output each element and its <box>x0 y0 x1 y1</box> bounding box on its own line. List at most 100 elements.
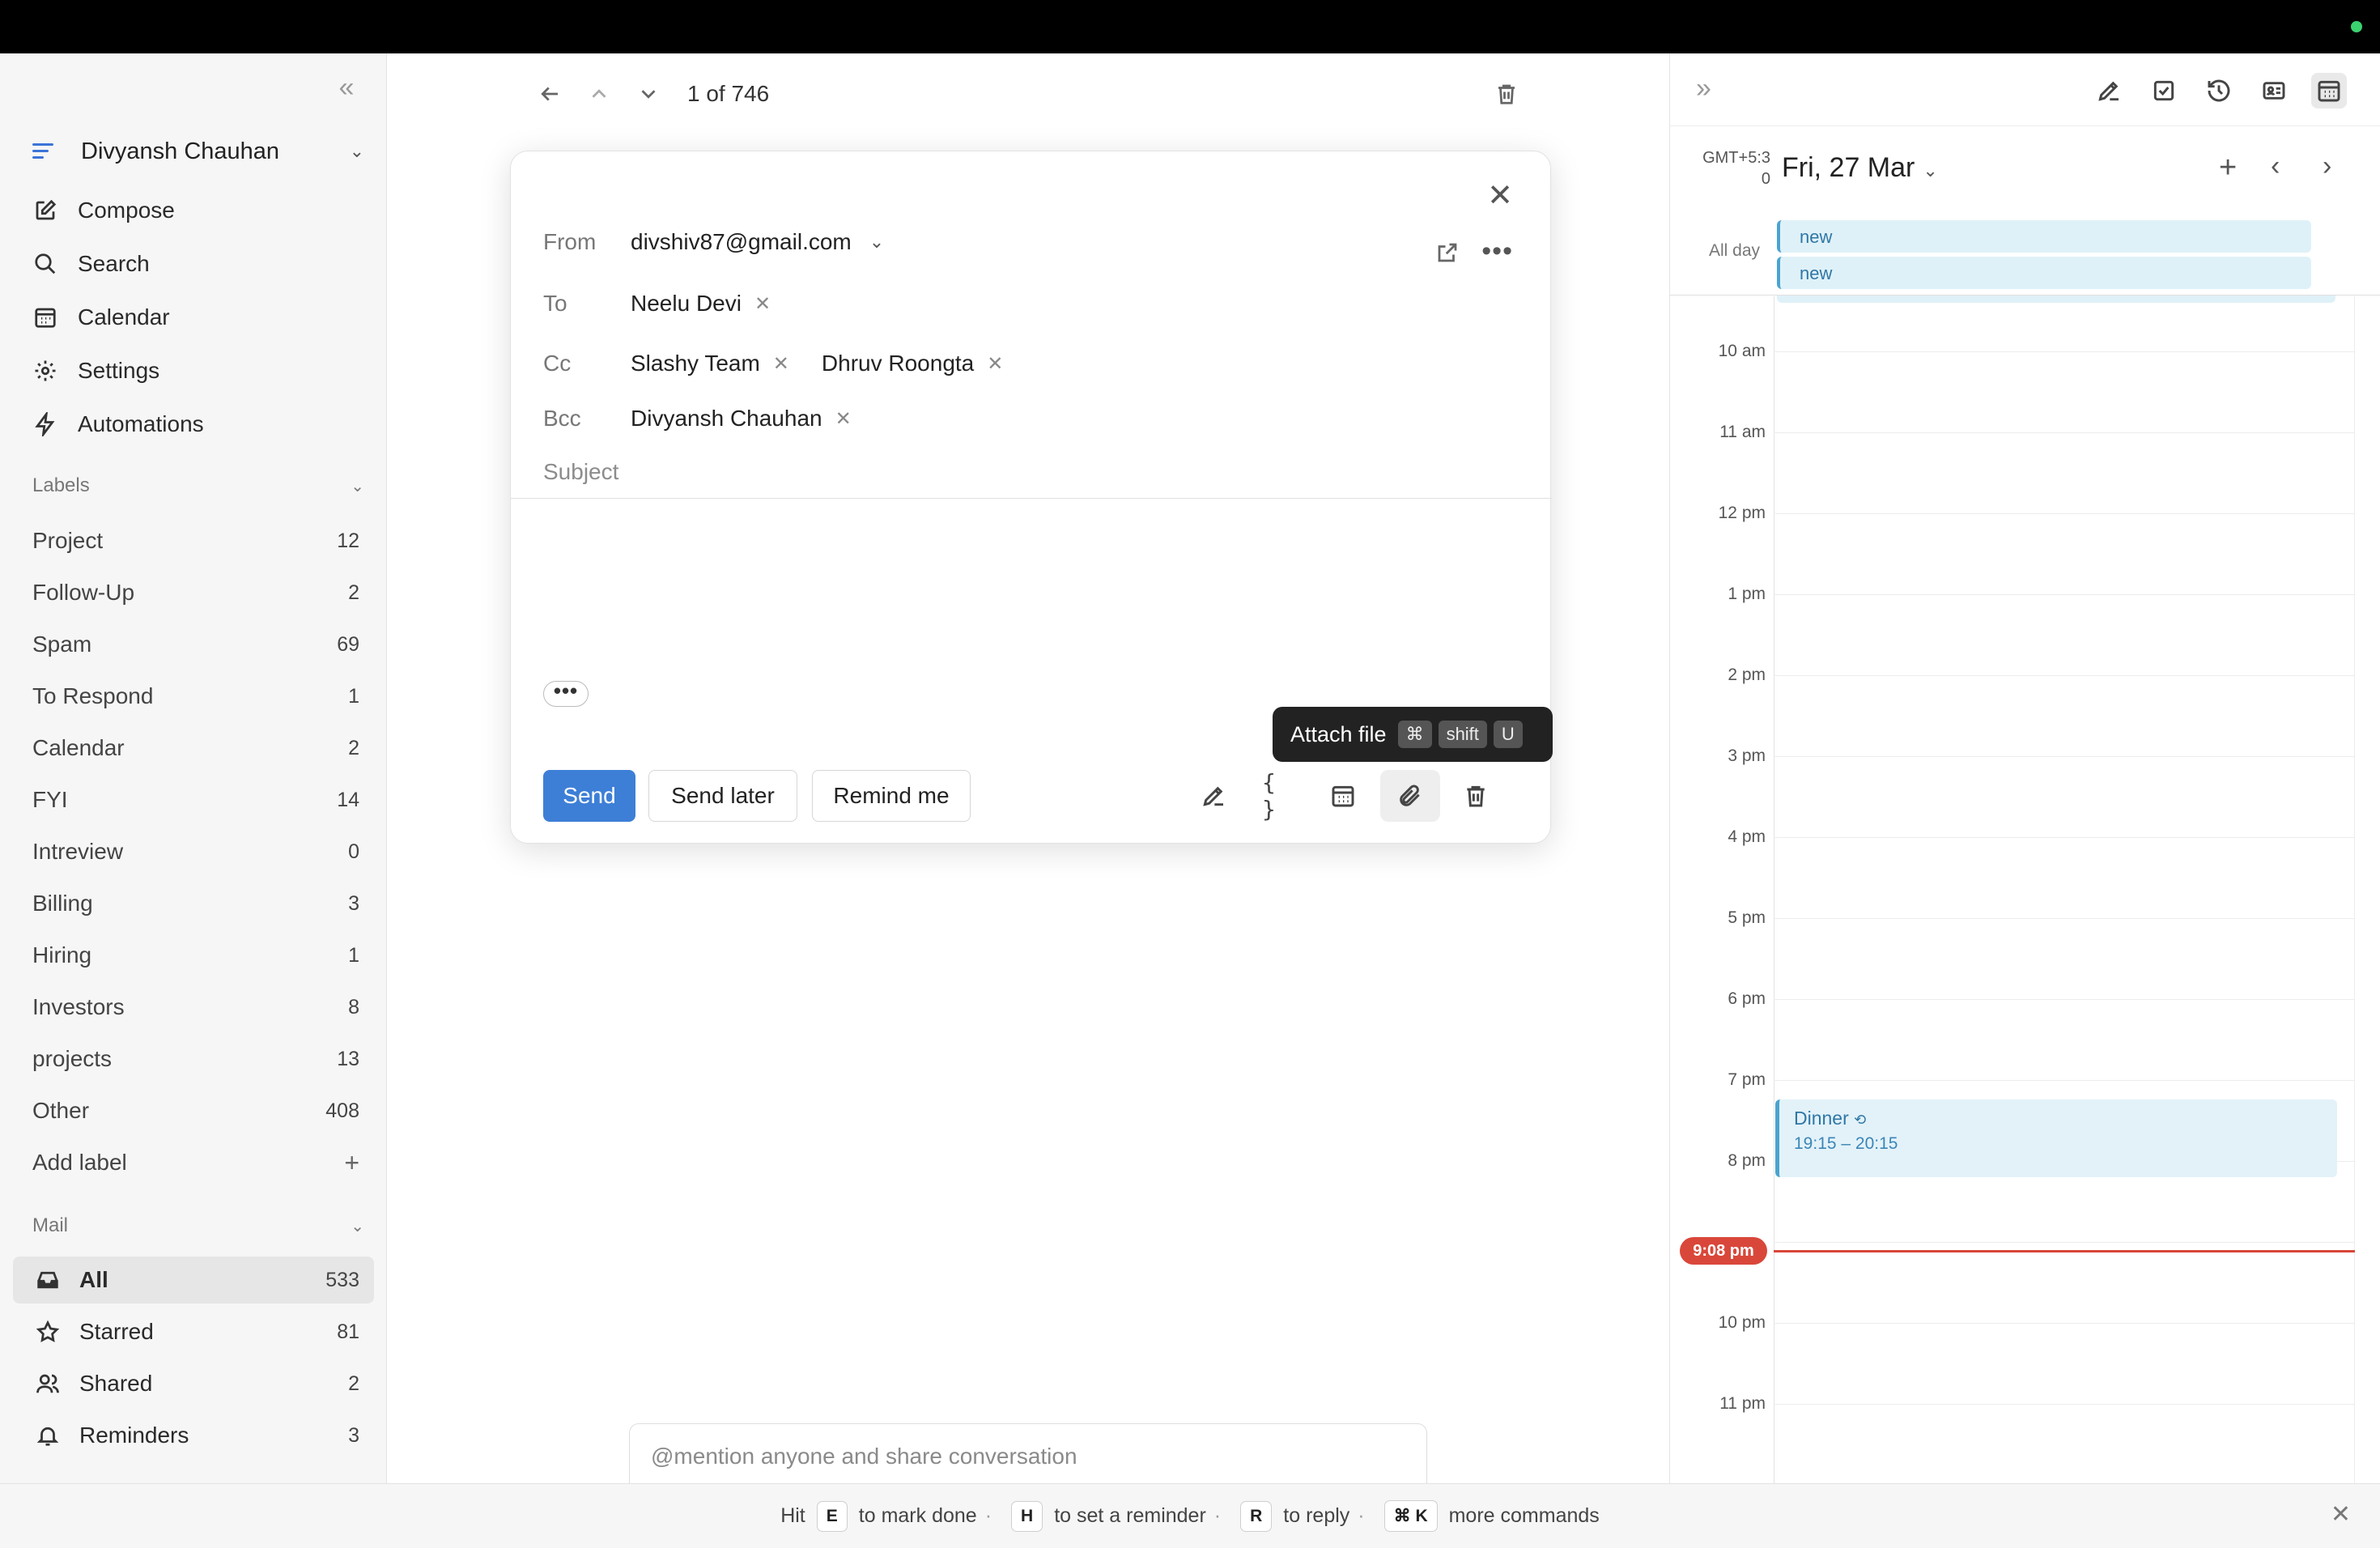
from-label: From <box>543 229 597 254</box>
plus-icon: + <box>344 1147 359 1177</box>
chevron-down-icon[interactable]: ⌄ <box>869 232 884 253</box>
send-button[interactable]: Send <box>543 770 635 822</box>
label-item[interactable]: projects 13 <box>32 1039 359 1079</box>
mail-section-header[interactable]: Mail ⌄ <box>32 1210 364 1242</box>
hour-label: 11 am <box>1719 423 1766 441</box>
compose-icon <box>32 198 58 223</box>
contact-card-icon[interactable] <box>2256 73 2292 108</box>
more-options-icon[interactable]: ••• <box>1481 236 1513 267</box>
paperclip-icon[interactable] <box>1380 770 1440 822</box>
remove-icon[interactable]: ✕ <box>987 352 1003 376</box>
calendar-view-icon[interactable] <box>2311 73 2347 108</box>
chevron-down-icon[interactable] <box>632 78 665 110</box>
close-icon[interactable]: ✕ <box>1487 181 1513 211</box>
calendar-icon <box>32 304 58 330</box>
hour-label: 6 pm <box>1728 989 1766 1008</box>
trash-icon[interactable] <box>1490 78 1523 110</box>
label-item[interactable]: To Respond 1 <box>32 676 359 717</box>
mail-item-shared[interactable]: Shared 2 <box>13 1360 374 1407</box>
timezone-label: GMT+5:3 0 <box>1689 147 1770 189</box>
recipient-chip[interactable]: Dhruv Roongta ✕ <box>822 351 1003 376</box>
mail-item-reminders[interactable]: Reminders 3 <box>13 1412 374 1459</box>
label-item[interactable]: Follow-Up 2 <box>32 572 359 613</box>
date-picker[interactable]: Fri, 27 Mar ⌄ <box>1782 152 1938 184</box>
label-item[interactable]: Spam 69 <box>32 624 359 665</box>
label-item[interactable]: Investors 8 <box>32 987 359 1027</box>
mail-item-starred[interactable]: Starred 81 <box>13 1308 374 1355</box>
pen-icon[interactable] <box>1197 780 1230 812</box>
recipient-chip[interactable]: Divyansh Chauhan ✕ <box>631 406 852 432</box>
label-name: Hiring <box>32 942 92 968</box>
back-arrow-icon[interactable] <box>533 78 566 110</box>
recipient-chip[interactable]: Neelu Devi ✕ <box>631 291 771 317</box>
account-name: Divyansh Chauhan <box>81 138 280 164</box>
label-item[interactable]: Intreview 0 <box>32 831 359 872</box>
calendar-event[interactable]: Dinner ⟲ 19:15 – 20:15 <box>1775 1099 2337 1177</box>
cc-field[interactable]: Cc Slashy Team ✕ Dhruv Roongta ✕ <box>543 351 1035 376</box>
mail-item-all[interactable]: All 533 <box>13 1257 374 1303</box>
from-field[interactable]: From divshiv87@gmail.com ⌄ <box>543 229 884 255</box>
chevron-down-icon: ⌄ <box>351 477 364 495</box>
braces-icon[interactable]: { } <box>1262 769 1294 823</box>
calendar-icon[interactable] <box>1327 780 1359 812</box>
remove-icon[interactable]: ✕ <box>754 292 771 316</box>
trash-icon[interactable] <box>1460 780 1492 812</box>
nav-search[interactable]: Search <box>32 243 364 285</box>
hour-label: 2 pm <box>1728 666 1766 684</box>
add-event-icon[interactable]: + <box>2219 151 2237 185</box>
label-count: 1 <box>348 943 359 967</box>
label-item[interactable]: Other 408 <box>32 1091 359 1131</box>
to-field[interactable]: To Neelu Devi ✕ <box>543 291 803 317</box>
compose-window: From divshiv87@gmail.com ⌄ ✕ To Neelu De… <box>510 151 1553 844</box>
remove-icon[interactable]: ✕ <box>835 407 852 431</box>
collapse-sidebar-icon[interactable]: « <box>332 73 361 102</box>
remove-icon[interactable]: ✕ <box>773 352 789 376</box>
account-switcher[interactable]: Divyansh Chauhan ⌄ <box>32 131 364 172</box>
label-item[interactable]: Project 12 <box>32 521 359 561</box>
bcc-field[interactable]: Bcc Divyansh Chauhan ✕ <box>543 406 884 432</box>
mail-count: 81 <box>337 1320 359 1343</box>
hour-line <box>1774 1080 2355 1081</box>
add-label-button[interactable]: Add label + <box>32 1142 359 1183</box>
search-icon <box>32 251 58 277</box>
close-icon[interactable]: ✕ <box>2331 1500 2351 1529</box>
label-count: 14 <box>337 788 359 811</box>
chevron-right-icon[interactable]: › <box>2323 151 2331 182</box>
label-item[interactable]: Calendar 2 <box>32 728 359 768</box>
calendar-toolbar: » <box>1670 53 2380 126</box>
labels-section-header[interactable]: Labels ⌄ <box>32 470 364 502</box>
label-item[interactable]: Hiring 1 <box>32 935 359 976</box>
send-later-button[interactable]: Send later <box>648 770 797 822</box>
hint-text: to set a reminder <box>1054 1504 1206 1527</box>
show-quoted-text-button[interactable]: ••• <box>543 680 589 707</box>
chevron-left-icon[interactable]: ‹ <box>2271 151 2280 182</box>
subject-input[interactable]: Subject <box>543 459 618 485</box>
checkbox-icon[interactable] <box>2146 73 2182 108</box>
label-count: 12 <box>337 529 359 552</box>
label-name: Billing <box>32 891 93 916</box>
recipient-chip[interactable]: Slashy Team ✕ <box>631 351 789 376</box>
all-day-event[interactable]: new <box>1777 220 2311 253</box>
label-item[interactable]: Billing 3 <box>32 883 359 924</box>
hour-label: 12 pm <box>1718 504 1766 522</box>
nav-automations[interactable]: Automations <box>32 403 364 445</box>
label-count: 3 <box>348 891 359 915</box>
nav-compose[interactable]: Compose <box>32 189 364 232</box>
pen-icon[interactable] <box>2091 73 2127 108</box>
nav-settings[interactable]: Settings <box>32 350 364 392</box>
hour-line <box>1774 1242 2355 1243</box>
hour-line <box>1774 432 2355 433</box>
all-day-event[interactable]: new <box>1777 257 2311 289</box>
chevron-up-icon[interactable] <box>583 78 615 110</box>
day-grid[interactable]: 10 am 11 am 12 pm 1 pm 2 pm 3 pm 4 pm 5 … <box>1670 296 2380 1483</box>
expand-panel-icon[interactable]: » <box>1696 73 1711 104</box>
pop-out-icon[interactable] <box>1435 240 1461 266</box>
label-name: Intreview <box>32 839 124 864</box>
label-count: 69 <box>337 632 359 656</box>
history-icon[interactable] <box>2201 73 2237 108</box>
hour-label: 10 pm <box>1718 1313 1766 1332</box>
to-label: To <box>543 291 567 316</box>
nav-calendar[interactable]: Calendar <box>32 296 364 338</box>
remind-me-button[interactable]: Remind me <box>812 770 971 822</box>
label-item[interactable]: FYI 14 <box>32 780 359 820</box>
